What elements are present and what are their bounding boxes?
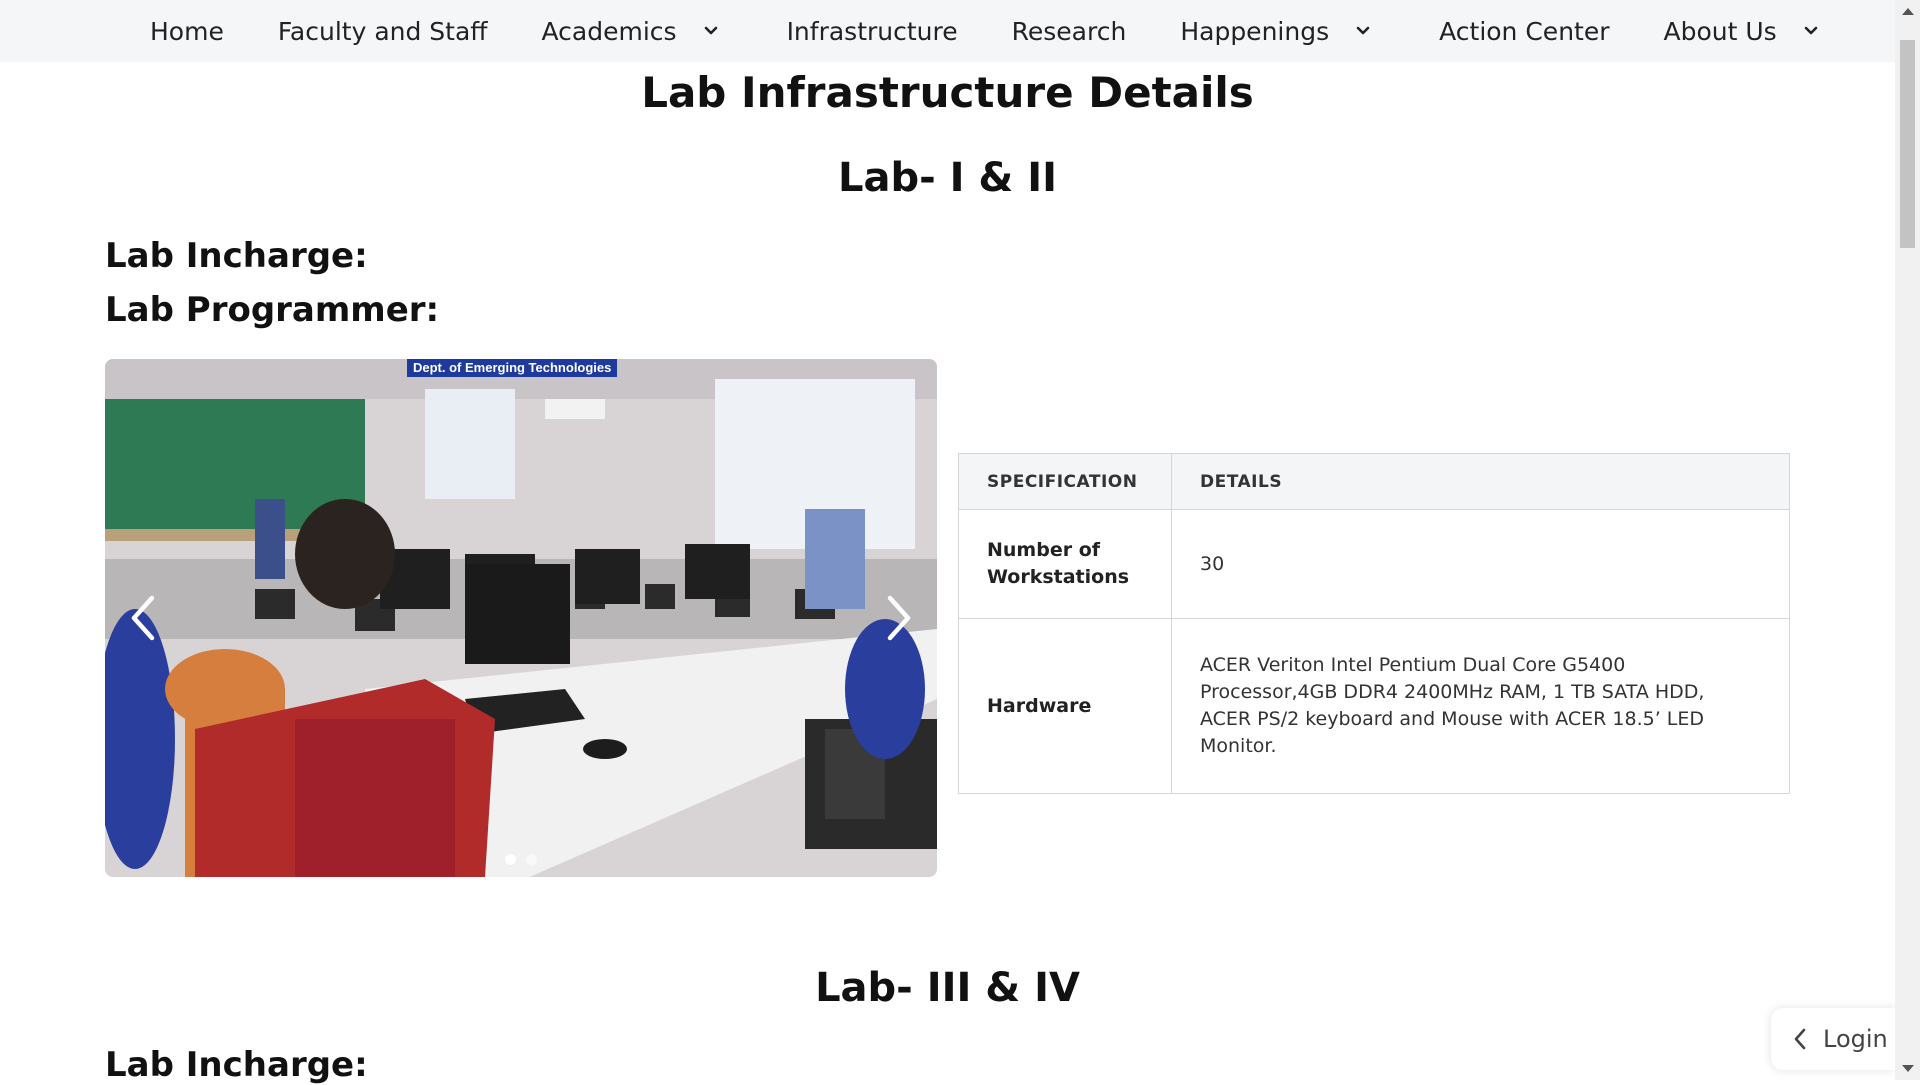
table-header-row: SPECIFICATION DETAILS	[958, 453, 1790, 510]
top-navigation: Home Faculty and Staff Academics Infrast…	[0, 0, 1895, 62]
nav-infrastructure[interactable]: Infrastructure	[787, 17, 958, 46]
details-cell: 30	[1171, 509, 1790, 619]
nav-about-us[interactable]: About Us	[1664, 17, 1821, 46]
chevron-down-icon	[1356, 26, 1370, 35]
nav-faculty-and-staff[interactable]: Faculty and Staff	[278, 17, 488, 46]
spec-cell: Number of Workstations	[958, 509, 1172, 619]
carousel-next-button[interactable]	[869, 588, 929, 648]
lab-1-title: Lab- I & II	[837, 155, 1058, 201]
chevron-right-icon	[887, 595, 911, 641]
nav-about-us-label: About Us	[1663, 16, 1777, 46]
lab-1-incharge-label: Lab Incharge:	[105, 236, 368, 276]
table-row: Hardware ACER Veriton Intel Pentium Dual…	[958, 618, 1790, 794]
chevron-left-icon	[1794, 1028, 1806, 1050]
login-button[interactable]: Login	[1771, 1008, 1895, 1070]
lab-2-title: Lab- III & IV	[815, 965, 1080, 1011]
column-header-details: DETAILS	[1171, 453, 1790, 510]
lab-1-programmer-label: Lab Programmer:	[105, 290, 440, 330]
nav-academics-label: Academics	[541, 16, 677, 46]
nav-research[interactable]: Research	[1012, 17, 1127, 46]
column-header-specification: SPECIFICATION	[958, 453, 1172, 510]
chevron-down-icon	[1804, 26, 1817, 35]
nav-home[interactable]: Home	[150, 17, 224, 46]
table-row: Number of Workstations 30	[958, 509, 1790, 619]
carousel-indicators	[105, 854, 937, 865]
page-title: Lab Infrastructure Details	[641, 68, 1254, 117]
login-label: Login	[1823, 1025, 1888, 1053]
carousel-dot-2[interactable]	[526, 854, 537, 865]
vertical-scrollbar[interactable]	[1895, 0, 1920, 1080]
nav-research-label: Research	[1011, 16, 1127, 46]
chevron-down-icon	[704, 26, 717, 35]
dept-banner: Dept. of Emerging Technologies	[407, 359, 618, 377]
nav-action-center[interactable]: Action Center	[1439, 17, 1609, 46]
nav-infrastructure-label: Infrastructure	[786, 16, 958, 46]
nav-happenings-label: Happenings	[1180, 16, 1330, 46]
carousel-prev-button[interactable]	[113, 588, 173, 648]
lab-image-carousel: Dept. of Emerging Technologies	[105, 359, 937, 877]
scroll-thumb[interactable]	[1900, 40, 1915, 248]
nav-action-center-label: Action Center	[1439, 16, 1610, 46]
nav-home-label: Home	[150, 16, 224, 46]
details-cell: ACER Veriton Intel Pentium Dual Core G54…	[1171, 618, 1790, 794]
nav-academics[interactable]: Academics	[542, 17, 721, 46]
carousel-dot-1[interactable]	[505, 854, 516, 865]
nav-happenings[interactable]: Happenings	[1180, 17, 1373, 46]
lab-photo	[105, 359, 937, 877]
lab-spec-table: SPECIFICATION DETAILS Number of Workstat…	[958, 453, 1790, 794]
scroll-down-arrow-icon[interactable]	[1902, 1065, 1914, 1072]
nav-faculty-label: Faculty and Staff	[277, 16, 488, 46]
scroll-up-arrow-icon[interactable]	[1902, 8, 1914, 15]
lab-2-incharge-label: Lab Incharge:	[105, 1045, 368, 1085]
spec-cell: Hardware	[958, 618, 1172, 794]
chevron-left-icon	[131, 595, 155, 641]
